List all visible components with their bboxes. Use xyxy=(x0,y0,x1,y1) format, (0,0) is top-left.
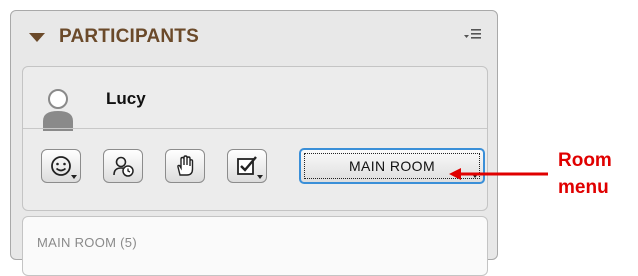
callout-line-1: Room xyxy=(558,150,612,171)
callout-arrow-icon xyxy=(449,168,548,180)
callout-line-2: menu xyxy=(558,177,609,198)
room-menu-callout: Room menu xyxy=(558,147,612,201)
